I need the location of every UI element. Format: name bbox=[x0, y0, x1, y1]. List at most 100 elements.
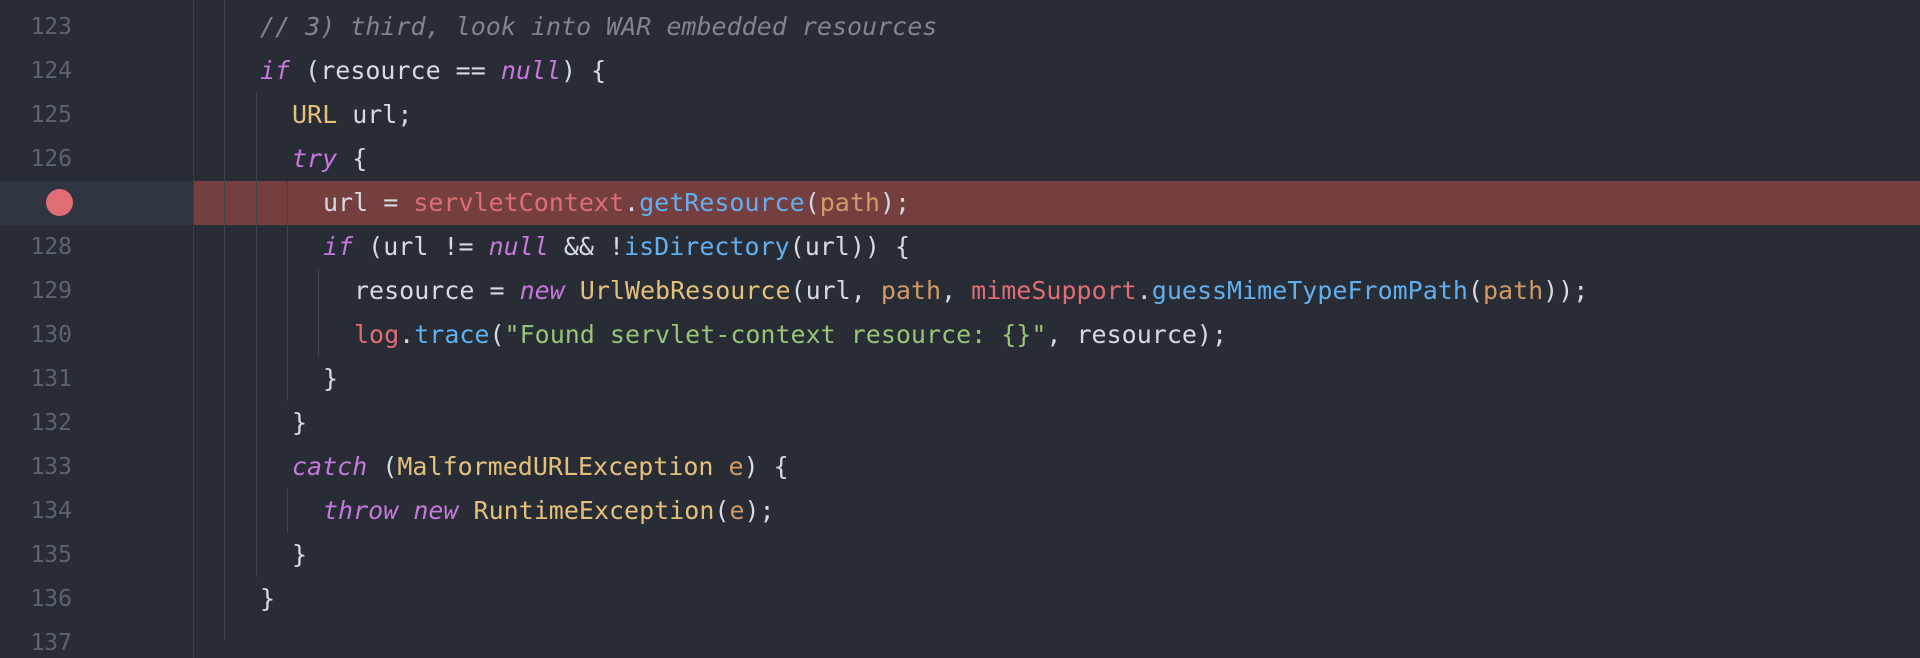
code-line[interactable]: resource = new UrlWebResource(url, path,… bbox=[194, 269, 1920, 313]
code-token: } bbox=[323, 364, 339, 393]
keyword-new: new bbox=[519, 276, 565, 305]
type-name: MalformedURLException bbox=[397, 452, 714, 481]
code-line[interactable]: } bbox=[194, 357, 1920, 401]
line-number: 134 bbox=[30, 498, 72, 524]
code-token: resource = bbox=[354, 276, 520, 305]
line-number: 133 bbox=[30, 454, 72, 480]
gutter-row[interactable]: 128 bbox=[0, 225, 193, 269]
type-name: UrlWebResource bbox=[579, 276, 791, 305]
field-name: log bbox=[354, 320, 400, 349]
code-token: } bbox=[292, 408, 308, 437]
gutter-row[interactable]: 133 bbox=[0, 445, 193, 489]
line-number: 128 bbox=[30, 234, 72, 260]
gutter-row[interactable]: 129 bbox=[0, 269, 193, 313]
code-line[interactable] bbox=[194, 621, 1920, 658]
gutter-row[interactable]: 135 bbox=[0, 533, 193, 577]
string-literal: "Found servlet-context resource: {}" bbox=[504, 320, 1047, 349]
method-name: getResource bbox=[639, 188, 805, 217]
code-line[interactable]: } bbox=[194, 401, 1920, 445]
code-token: } bbox=[292, 540, 308, 569]
gutter-row[interactable]: 131 bbox=[0, 357, 193, 401]
code-line[interactable]: try { bbox=[194, 137, 1920, 181]
type-name: URL bbox=[292, 100, 338, 129]
code-comment: // 3) third, look into WAR embedded reso… bbox=[260, 12, 938, 41]
code-token: )); bbox=[1543, 276, 1589, 305]
code-token: && ! bbox=[548, 232, 625, 261]
parameter-name: path bbox=[819, 188, 880, 217]
code-token: url = bbox=[323, 188, 414, 217]
code-editor[interactable]: 123 124 125 126 128 129 130 131 132 133 bbox=[0, 0, 1920, 658]
code-token: (url != bbox=[353, 232, 489, 261]
code-token: ) { bbox=[743, 452, 789, 481]
keyword-catch: catch bbox=[292, 452, 368, 481]
code-token: { bbox=[337, 144, 368, 173]
line-number: 123 bbox=[30, 14, 72, 40]
code-line[interactable]: } bbox=[194, 533, 1920, 577]
code-token: ); bbox=[879, 188, 911, 217]
line-number: 126 bbox=[30, 146, 72, 172]
gutter-row[interactable]: 136 bbox=[0, 577, 193, 621]
keyword-null: null bbox=[488, 232, 549, 261]
code-token: ( bbox=[1467, 276, 1483, 305]
code-line[interactable]: } bbox=[194, 577, 1920, 621]
line-number: 131 bbox=[30, 366, 72, 392]
gutter-row[interactable]: 130 bbox=[0, 313, 193, 357]
line-number: 124 bbox=[30, 58, 72, 84]
gutter-row-breakpoint[interactable] bbox=[0, 181, 193, 225]
editor-gutter[interactable]: 123 124 125 126 128 129 130 131 132 133 bbox=[0, 0, 194, 658]
code-token: ); bbox=[744, 496, 775, 525]
line-number: 125 bbox=[30, 102, 72, 128]
method-name: isDirectory bbox=[624, 232, 790, 261]
code-token: ( bbox=[804, 188, 820, 217]
code-line[interactable]: URL url; bbox=[194, 93, 1920, 137]
method-name: trace bbox=[414, 320, 490, 349]
code-token: url; bbox=[337, 100, 413, 129]
gutter-row[interactable]: 123 bbox=[0, 5, 193, 49]
code-line[interactable]: // 3) third, look into WAR embedded reso… bbox=[194, 5, 1920, 49]
code-line[interactable]: if (url != null && !isDirectory(url)) { bbox=[194, 225, 1920, 269]
parameter-name: path bbox=[1482, 276, 1544, 305]
line-number: 130 bbox=[30, 322, 72, 348]
keyword-try: try bbox=[292, 144, 338, 173]
code-token: . bbox=[399, 320, 415, 349]
keyword-if: if bbox=[260, 56, 291, 85]
keyword-new: new bbox=[413, 496, 459, 525]
gutter-row[interactable]: 132 bbox=[0, 401, 193, 445]
code-line-breakpoint[interactable]: url = servletContext.getResource(path); bbox=[194, 181, 1920, 225]
gutter-row[interactable]: 124 bbox=[0, 49, 193, 93]
gutter-row[interactable]: 134 bbox=[0, 489, 193, 533]
code-token: , resource); bbox=[1046, 320, 1228, 349]
line-number: 136 bbox=[30, 586, 72, 612]
code-token: (url, bbox=[790, 276, 881, 305]
parameter-name: e bbox=[728, 452, 744, 481]
method-name: guessMimeTypeFromPath bbox=[1151, 276, 1468, 305]
gutter-row[interactable]: 125 bbox=[0, 93, 193, 137]
code-token: ( bbox=[367, 452, 398, 481]
code-token: (url)) { bbox=[789, 232, 911, 261]
type-name: RuntimeException bbox=[473, 496, 715, 525]
gutter-row[interactable]: 137 bbox=[0, 621, 193, 658]
line-number: 132 bbox=[30, 410, 72, 436]
code-token: } bbox=[260, 584, 276, 613]
line-number: 137 bbox=[30, 630, 72, 656]
code-line[interactable]: log.trace("Found servlet-context resourc… bbox=[194, 313, 1920, 357]
parameter-name: path bbox=[880, 276, 942, 305]
field-name: mimeSupport bbox=[971, 276, 1137, 305]
code-line[interactable]: throw new RuntimeException(e); bbox=[194, 489, 1920, 533]
code-token: . bbox=[624, 188, 640, 217]
code-token: , bbox=[941, 276, 972, 305]
keyword-throw: throw bbox=[323, 496, 399, 525]
code-line[interactable]: if (resource == null) { bbox=[194, 49, 1920, 93]
gutter-row[interactable]: 126 bbox=[0, 137, 193, 181]
keyword-if: if bbox=[323, 232, 354, 261]
code-token: ( bbox=[489, 320, 505, 349]
code-line[interactable]: catch (MalformedURLException e) { bbox=[194, 445, 1920, 489]
line-number: 129 bbox=[30, 278, 72, 304]
code-text-area[interactable]: // 3) third, look into WAR embedded reso… bbox=[194, 0, 1920, 658]
breakpoint-icon[interactable] bbox=[46, 189, 73, 216]
keyword-null: null bbox=[500, 56, 562, 85]
